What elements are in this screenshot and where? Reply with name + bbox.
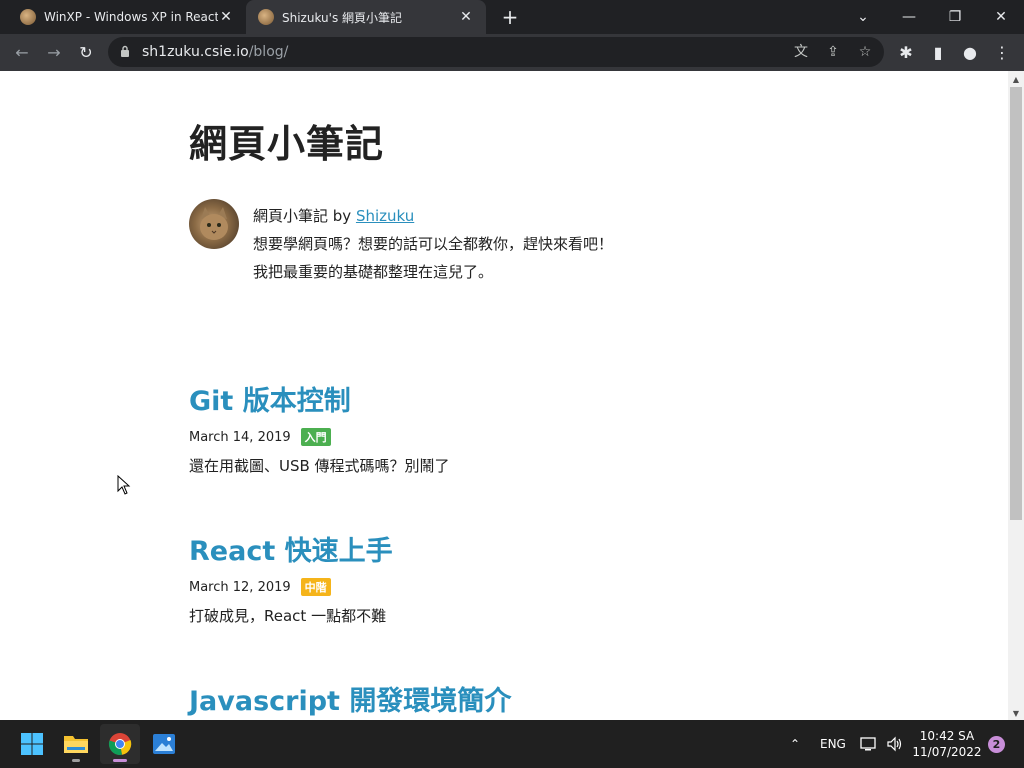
post-title-link[interactable]: React 快速上手 [189, 529, 393, 568]
folder-icon [64, 736, 88, 753]
url-path: /blog/ [248, 44, 289, 60]
level-badge: 入門 [300, 428, 331, 446]
bio-line-2: 我把最重要的基礎都整理在這兒了。 [253, 263, 494, 281]
back-button[interactable]: ← [8, 38, 36, 66]
author-link[interactable]: Shizuku [356, 207, 414, 225]
close-icon[interactable]: ✕ [218, 9, 234, 25]
tab-search-icon[interactable]: ⌄ [840, 0, 886, 34]
menu-icon[interactable]: ⋮ [988, 38, 1016, 66]
url-host: sh1zuku.csie.io [142, 44, 249, 60]
lock-icon [121, 45, 129, 57]
post-title-link[interactable]: Javascript 開發環境簡介 [189, 679, 511, 718]
file-explorer-button[interactable] [56, 724, 96, 764]
running-indicator [113, 759, 127, 762]
photos-icon [153, 734, 175, 754]
clock[interactable]: 10:42 SA 11/07/2022 [912, 728, 982, 760]
start-button[interactable] [12, 724, 52, 764]
volume-icon[interactable] [886, 720, 904, 768]
scrollbar-thumb[interactable] [1010, 87, 1022, 520]
new-tab-button[interactable]: + [498, 5, 522, 29]
cat-photo [200, 207, 228, 240]
show-hidden-icons-button[interactable]: ⌃ [790, 720, 800, 768]
url-text: sh1zuku.csie.io/blog/ [142, 44, 288, 60]
post-item: React 快速上手 March 12, 2019 中階 打破成見，React … [189, 529, 393, 626]
reload-button[interactable]: ↻ [72, 38, 100, 66]
translate-icon[interactable]: 文 [792, 43, 810, 61]
level-badge: 中階 [300, 578, 331, 596]
side-panel-icon[interactable]: ▮ [924, 38, 952, 66]
web-page: 網頁小筆記 網頁小筆記 by Shizuku 想要學網頁嗎？想要的話可以全都教你… [0, 71, 1008, 720]
photos-button[interactable] [144, 724, 184, 764]
tab-favicon-icon [258, 9, 274, 25]
tab-favicon-icon [20, 9, 36, 25]
tab-title: Shizuku's 網頁小筆記 [282, 10, 403, 25]
avatar [189, 199, 239, 249]
tab-strip: WinXP - Windows XP in React ✕ Shizuku's … [0, 0, 1024, 34]
language-indicator[interactable]: ENG [820, 720, 846, 768]
clock-date: 11/07/2022 [912, 745, 982, 759]
page-scrollbar[interactable]: ▲ ▼ [1008, 71, 1024, 720]
tab-title: WinXP - Windows XP in React [44, 10, 218, 24]
scroll-down-icon[interactable]: ▼ [1012, 709, 1020, 718]
mouse-cursor-icon [117, 475, 131, 495]
blog-bio: 網頁小筆記 by Shizuku 想要學網頁嗎？想要的話可以全都教你，趕快來看吧… [253, 202, 613, 286]
restore-button[interactable]: ❐ [932, 0, 978, 34]
tab-winxp[interactable]: WinXP - Windows XP in React ✕ [8, 0, 246, 34]
post-item: Javascript 開發環境簡介 [189, 679, 511, 718]
tab-shizuku[interactable]: Shizuku's 網頁小筆記 ✕ [246, 0, 486, 34]
notification-badge[interactable]: 2 [988, 736, 1005, 753]
byline-prefix: 網頁小筆記 by [253, 207, 356, 225]
byline: 網頁小筆記 by Shizuku [253, 202, 613, 230]
forward-button[interactable]: → [40, 38, 68, 66]
post-item: Git 版本控制 March 14, 2019 入門 還在用截圖、USB 傳程式… [189, 379, 450, 476]
chrome-icon [108, 733, 132, 755]
scroll-up-icon[interactable]: ▲ [1012, 75, 1020, 84]
running-indicator [72, 759, 80, 762]
profile-icon[interactable]: ● [956, 38, 984, 66]
post-meta: March 12, 2019 中階 [189, 578, 393, 596]
network-icon[interactable] [860, 720, 878, 768]
chrome-button[interactable] [100, 724, 140, 764]
close-window-button[interactable]: ✕ [978, 0, 1024, 34]
windows-logo-icon [21, 733, 43, 755]
extensions-icon[interactable]: ✱ [892, 38, 920, 66]
address-bar[interactable]: sh1zuku.csie.io/blog/ 文 ⇪ ☆ [108, 37, 884, 67]
taskbar: ⌃ ENG 10:42 SA 11/07/2022 [0, 720, 1024, 768]
browser-toolbar: ← → ↻ sh1zuku.csie.io/blog/ 文 ⇪ ☆ ✱ ▮ ● … [0, 34, 1024, 71]
post-date: March 14, 2019 [189, 429, 291, 445]
bio-line-1: 想要學網頁嗎？想要的話可以全都教你，趕快來看吧！ [253, 235, 614, 253]
bookmark-star-icon[interactable]: ☆ [856, 43, 874, 61]
minimize-button[interactable]: — [886, 0, 932, 34]
post-meta: March 14, 2019 入門 [189, 428, 450, 446]
share-icon[interactable]: ⇪ [824, 43, 842, 61]
clock-time: 10:42 SA [919, 729, 975, 743]
post-date: March 12, 2019 [189, 579, 291, 595]
close-icon[interactable]: ✕ [458, 9, 474, 25]
post-title-link[interactable]: Git 版本控制 [189, 379, 450, 418]
blog-title: 網頁小筆記 [189, 122, 385, 166]
post-description: 還在用截圖、USB 傳程式碼嗎？別鬧了 [189, 457, 450, 475]
post-description: 打破成見，React 一點都不難 [189, 607, 387, 625]
